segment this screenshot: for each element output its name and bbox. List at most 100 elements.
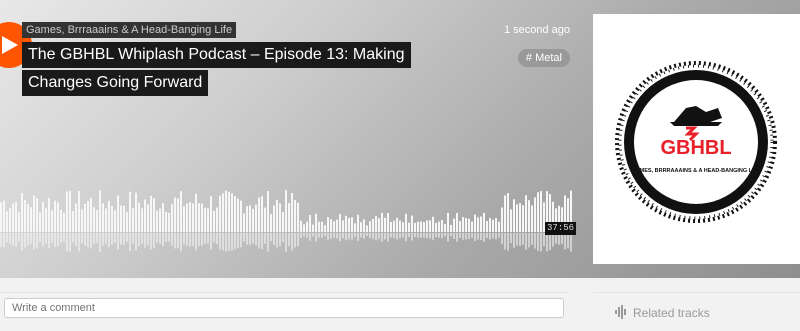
waveform-bar — [93, 207, 95, 232]
waveform-bar — [219, 195, 221, 232]
waveform-bar-reflection — [105, 233, 107, 244]
waveform-bar-reflection — [285, 233, 287, 252]
waveform-bar — [96, 209, 98, 232]
waveform-bar-reflection — [447, 233, 449, 242]
waveform-bar-reflection — [462, 233, 464, 240]
waveform-bar-reflection — [432, 233, 434, 240]
waveform-bar — [126, 212, 128, 232]
waveform-bar — [45, 208, 47, 232]
waveform-bar-reflection — [405, 233, 407, 242]
waveform-bar-reflection — [450, 233, 452, 237]
waveform-bar — [516, 204, 518, 232]
waveform-bar-reflection — [345, 233, 347, 241]
waveform-bar — [99, 190, 101, 232]
waveform-bar-reflection — [72, 233, 74, 243]
genre-tag[interactable]: # Metal — [517, 49, 570, 67]
waveform-bar — [450, 224, 452, 232]
waveform-bar — [207, 208, 209, 232]
waveform-bar-reflection — [138, 233, 140, 247]
waveform-bar-reflection — [99, 233, 101, 252]
waveform-bar — [138, 202, 140, 232]
waveform-bar — [420, 221, 422, 232]
waveform-bar-reflection — [294, 233, 296, 248]
waveform-bar-reflection — [390, 233, 392, 238]
waveform-bar-reflection — [237, 233, 239, 249]
waveform-bar-reflection — [429, 233, 431, 239]
waveform-bar — [462, 217, 464, 232]
comment-section — [0, 292, 568, 323]
waveform-bar-reflection — [153, 233, 155, 249]
waveform-bar-reflection — [543, 233, 545, 247]
waveform-bar — [30, 207, 32, 232]
waveform-bar-reflection — [192, 233, 194, 246]
comment-input[interactable] — [4, 298, 564, 318]
waveform-bar-reflection — [531, 233, 533, 245]
waveform-bar-reflection — [465, 233, 467, 240]
waveform-bar — [387, 213, 389, 232]
waveform-bar-reflection — [402, 233, 404, 238]
waveform-bar-reflection — [495, 233, 497, 240]
waveform-bar-reflection — [186, 233, 188, 246]
waveform-bar — [396, 217, 398, 232]
track-title-line-1[interactable]: The GBHBL Whiplash Podcast – Episode 13:… — [22, 42, 411, 68]
waveform-bar-reflection — [444, 233, 446, 237]
waveform-bar — [261, 196, 263, 232]
waveform-bar-reflection — [36, 233, 38, 249]
waveform-bar — [360, 222, 362, 232]
waveform-bar — [486, 220, 488, 232]
waveform-bar-reflection — [216, 233, 218, 245]
waveform-bar-reflection — [414, 233, 416, 238]
track-title-line-2[interactable]: Changes Going Forward — [22, 70, 209, 96]
waveform-bar-reflection — [480, 233, 482, 240]
waveform-bar — [474, 214, 476, 232]
waveform-bar — [258, 197, 260, 232]
waveform-bar — [342, 220, 344, 232]
waveform-bar-reflection — [552, 233, 554, 247]
uploader-link[interactable]: Games, Brrraaains & A Head-Banging Life — [22, 22, 237, 38]
waveform-bar — [381, 212, 383, 232]
waveform-bar — [324, 225, 326, 232]
waveform-bar — [471, 221, 473, 232]
waveform-bar — [354, 223, 356, 232]
waveform-bar — [480, 216, 482, 232]
waveform-bar — [60, 209, 62, 232]
waveform-bar-reflection — [180, 233, 182, 252]
waveform-bar — [399, 220, 401, 232]
waveform[interactable] — [0, 184, 572, 256]
waveform-bar — [117, 195, 119, 232]
waveform-bar-reflection — [321, 233, 323, 238]
waveform-bar-reflection — [6, 233, 8, 243]
waveform-bar-reflection — [498, 233, 500, 238]
waveform-bar-reflection — [264, 233, 266, 244]
waveform-bar — [315, 213, 317, 232]
waveform-bar-reflection — [393, 233, 395, 239]
waveform-bar-reflection — [270, 233, 272, 242]
waveform-bar — [18, 212, 20, 232]
waveform-bar-reflection — [507, 233, 509, 251]
waveform-bar-reflection — [255, 233, 257, 246]
waveform-bar-reflection — [384, 233, 386, 240]
waveform-bar — [255, 204, 257, 232]
waveform-bar-reflection — [315, 233, 317, 242]
waveform-bar — [453, 218, 455, 232]
waveform-bar-reflection — [201, 233, 203, 246]
waveform-bar — [39, 212, 41, 232]
waveform-bar — [393, 220, 395, 232]
waveform-bar-reflection — [528, 233, 530, 248]
waveform-bar — [231, 193, 233, 232]
waveform-bar-reflection — [219, 233, 221, 250]
waveform-bar-reflection — [90, 233, 92, 249]
waveform-bar — [369, 221, 371, 232]
waveform-bar-reflection — [252, 233, 254, 244]
waveform-bar — [69, 190, 71, 232]
waveform-bar-reflection — [258, 233, 260, 249]
waveform-bar-reflection — [84, 233, 86, 246]
waveform-bar-reflection — [333, 233, 335, 238]
waveform-bar — [273, 205, 275, 232]
waveform-bar — [363, 219, 365, 232]
waveform-bar-reflection — [243, 233, 245, 242]
waveform-bar — [507, 192, 509, 232]
related-tracks-label: Related tracks — [633, 306, 710, 320]
waveform-bar — [372, 218, 374, 232]
waveform-bar-reflection — [288, 233, 290, 247]
